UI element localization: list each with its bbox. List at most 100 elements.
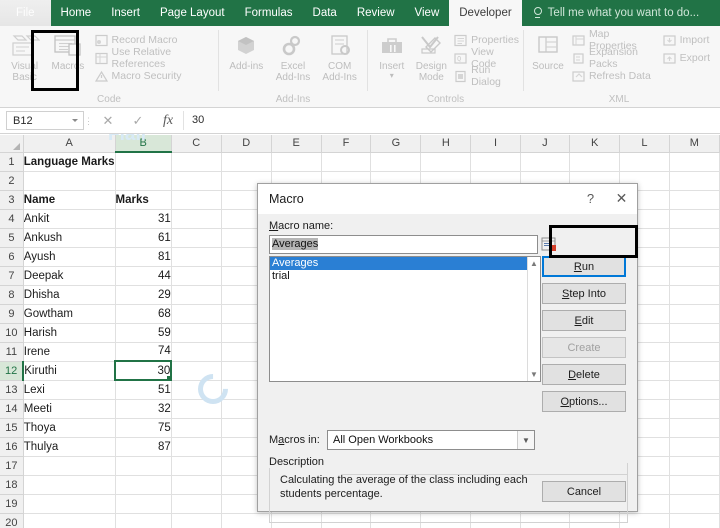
macro-list-item-0[interactable]: Averages bbox=[270, 257, 540, 270]
cell-C9[interactable] bbox=[171, 304, 222, 324]
design-mode-button[interactable]: Design Mode bbox=[412, 29, 452, 83]
cell-B7[interactable]: 44 bbox=[115, 266, 172, 286]
tab-page-layout[interactable]: Page Layout bbox=[150, 0, 235, 26]
cell-C16[interactable] bbox=[171, 437, 222, 457]
column-header-m[interactable]: M bbox=[669, 135, 720, 153]
browse-macros-icon[interactable] bbox=[540, 235, 558, 254]
row-header-14[interactable]: 14 bbox=[0, 399, 24, 419]
cell-C13[interactable] bbox=[171, 380, 222, 400]
row-header-10[interactable]: 10 bbox=[0, 323, 24, 343]
cell-C18[interactable] bbox=[171, 475, 222, 495]
cell-A4[interactable]: Ankit bbox=[23, 209, 116, 229]
cell-D1[interactable] bbox=[221, 152, 272, 172]
cell-M4[interactable] bbox=[669, 209, 720, 229]
expansion-packs-button[interactable]: Expansion Packs bbox=[572, 46, 657, 70]
cell-A3[interactable]: Name bbox=[23, 190, 116, 210]
cell-C12[interactable] bbox=[171, 361, 222, 381]
row-header-11[interactable]: 11 bbox=[0, 342, 24, 362]
tab-insert[interactable]: Insert bbox=[101, 0, 150, 26]
cell-M9[interactable] bbox=[669, 304, 720, 324]
add-ins-button[interactable]: Add-ins bbox=[223, 29, 269, 72]
cell-B18[interactable] bbox=[115, 475, 172, 495]
excel-add-ins-button[interactable]: Excel Add-Ins bbox=[270, 29, 316, 83]
cell-C5[interactable] bbox=[171, 228, 222, 248]
row-header-5[interactable]: 5 bbox=[0, 228, 24, 248]
scroll-down-icon[interactable]: ▼ bbox=[528, 368, 540, 381]
cell-B2[interactable] bbox=[115, 171, 172, 191]
cell-B10[interactable]: 59 bbox=[115, 323, 172, 343]
tab-home[interactable]: Home bbox=[51, 0, 102, 26]
tab-data[interactable]: Data bbox=[303, 0, 347, 26]
cell-A20[interactable] bbox=[23, 513, 116, 528]
formula-input[interactable]: 30 bbox=[183, 111, 718, 130]
cell-B3[interactable]: Marks bbox=[115, 190, 172, 210]
options-button[interactable]: Options... bbox=[542, 391, 626, 412]
xml-source-button[interactable]: Source bbox=[528, 29, 568, 72]
cell-M6[interactable] bbox=[669, 247, 720, 267]
macro-list-item-1[interactable]: trial bbox=[270, 270, 540, 283]
tab-file[interactable]: File bbox=[0, 0, 51, 26]
tab-developer[interactable]: Developer bbox=[449, 0, 522, 26]
cell-M5[interactable] bbox=[669, 228, 720, 248]
cell-A15[interactable]: Thoya bbox=[23, 418, 116, 438]
insert-function-icon[interactable]: fx bbox=[153, 113, 183, 129]
row-header-16[interactable]: 16 bbox=[0, 437, 24, 457]
cell-A18[interactable] bbox=[23, 475, 116, 495]
cell-B14[interactable]: 32 bbox=[115, 399, 172, 419]
cell-M19[interactable] bbox=[669, 494, 720, 514]
select-all-corner[interactable] bbox=[0, 135, 24, 153]
cell-B6[interactable]: 81 bbox=[115, 247, 172, 267]
cell-A7[interactable]: Deepak bbox=[23, 266, 116, 286]
row-header-1[interactable]: 1 bbox=[0, 152, 24, 172]
row-header-17[interactable]: 17 bbox=[0, 456, 24, 476]
cell-B20[interactable] bbox=[115, 513, 172, 528]
cell-B9[interactable]: 68 bbox=[115, 304, 172, 324]
cell-D20[interactable] bbox=[221, 513, 272, 528]
column-header-b[interactable]: B bbox=[115, 135, 172, 153]
row-header-13[interactable]: 13 bbox=[0, 380, 24, 400]
cell-A13[interactable]: Lexi bbox=[23, 380, 116, 400]
cell-A5[interactable]: Ankush bbox=[23, 228, 116, 248]
column-header-d[interactable]: D bbox=[221, 135, 272, 153]
row-header-3[interactable]: 3 bbox=[0, 190, 24, 210]
cell-M10[interactable] bbox=[669, 323, 720, 343]
column-header-g[interactable]: G bbox=[370, 135, 422, 153]
cell-I1[interactable] bbox=[470, 152, 521, 172]
cell-M16[interactable] bbox=[669, 437, 720, 457]
cell-C8[interactable] bbox=[171, 285, 222, 305]
cell-A14[interactable]: Meeti bbox=[23, 399, 116, 419]
export-button[interactable]: Export bbox=[663, 50, 710, 66]
cell-M1[interactable] bbox=[669, 152, 720, 172]
cell-C4[interactable] bbox=[171, 209, 222, 229]
tab-review[interactable]: Review bbox=[347, 0, 405, 26]
macro-list[interactable]: Averages trial ▲ ▼ bbox=[269, 256, 541, 382]
cell-C10[interactable] bbox=[171, 323, 222, 343]
cell-M17[interactable] bbox=[669, 456, 720, 476]
cell-B17[interactable] bbox=[115, 456, 172, 476]
cell-A10[interactable]: Harish bbox=[23, 323, 116, 343]
cell-B5[interactable]: 61 bbox=[115, 228, 172, 248]
cell-B16[interactable]: 87 bbox=[115, 437, 172, 457]
tab-formulas[interactable]: Formulas bbox=[235, 0, 303, 26]
cell-B8[interactable]: 29 bbox=[115, 285, 172, 305]
cell-A17[interactable] bbox=[23, 456, 116, 476]
cell-A16[interactable]: Thulya bbox=[23, 437, 116, 457]
cell-M14[interactable] bbox=[669, 399, 720, 419]
column-header-l[interactable]: L bbox=[619, 135, 670, 153]
macros-in-select[interactable]: All Open Workbooks ▼ bbox=[327, 430, 535, 450]
cell-B19[interactable] bbox=[115, 494, 172, 514]
cell-A2[interactable] bbox=[23, 171, 116, 191]
cell-K1[interactable] bbox=[569, 152, 621, 172]
cell-C11[interactable] bbox=[171, 342, 222, 362]
row-header-7[interactable]: 7 bbox=[0, 266, 24, 286]
cell-C7[interactable] bbox=[171, 266, 222, 286]
visual-basic-button[interactable]: Visual Basic bbox=[4, 29, 45, 83]
column-header-i[interactable]: I bbox=[470, 135, 521, 153]
cell-C19[interactable] bbox=[171, 494, 222, 514]
cell-F1[interactable] bbox=[321, 152, 372, 172]
edit-button[interactable]: Edit bbox=[542, 310, 626, 331]
row-header-8[interactable]: 8 bbox=[0, 285, 24, 305]
cell-C2[interactable] bbox=[171, 171, 222, 191]
cell-A11[interactable]: Irene bbox=[23, 342, 116, 362]
run-button[interactable]: Run bbox=[542, 256, 626, 277]
